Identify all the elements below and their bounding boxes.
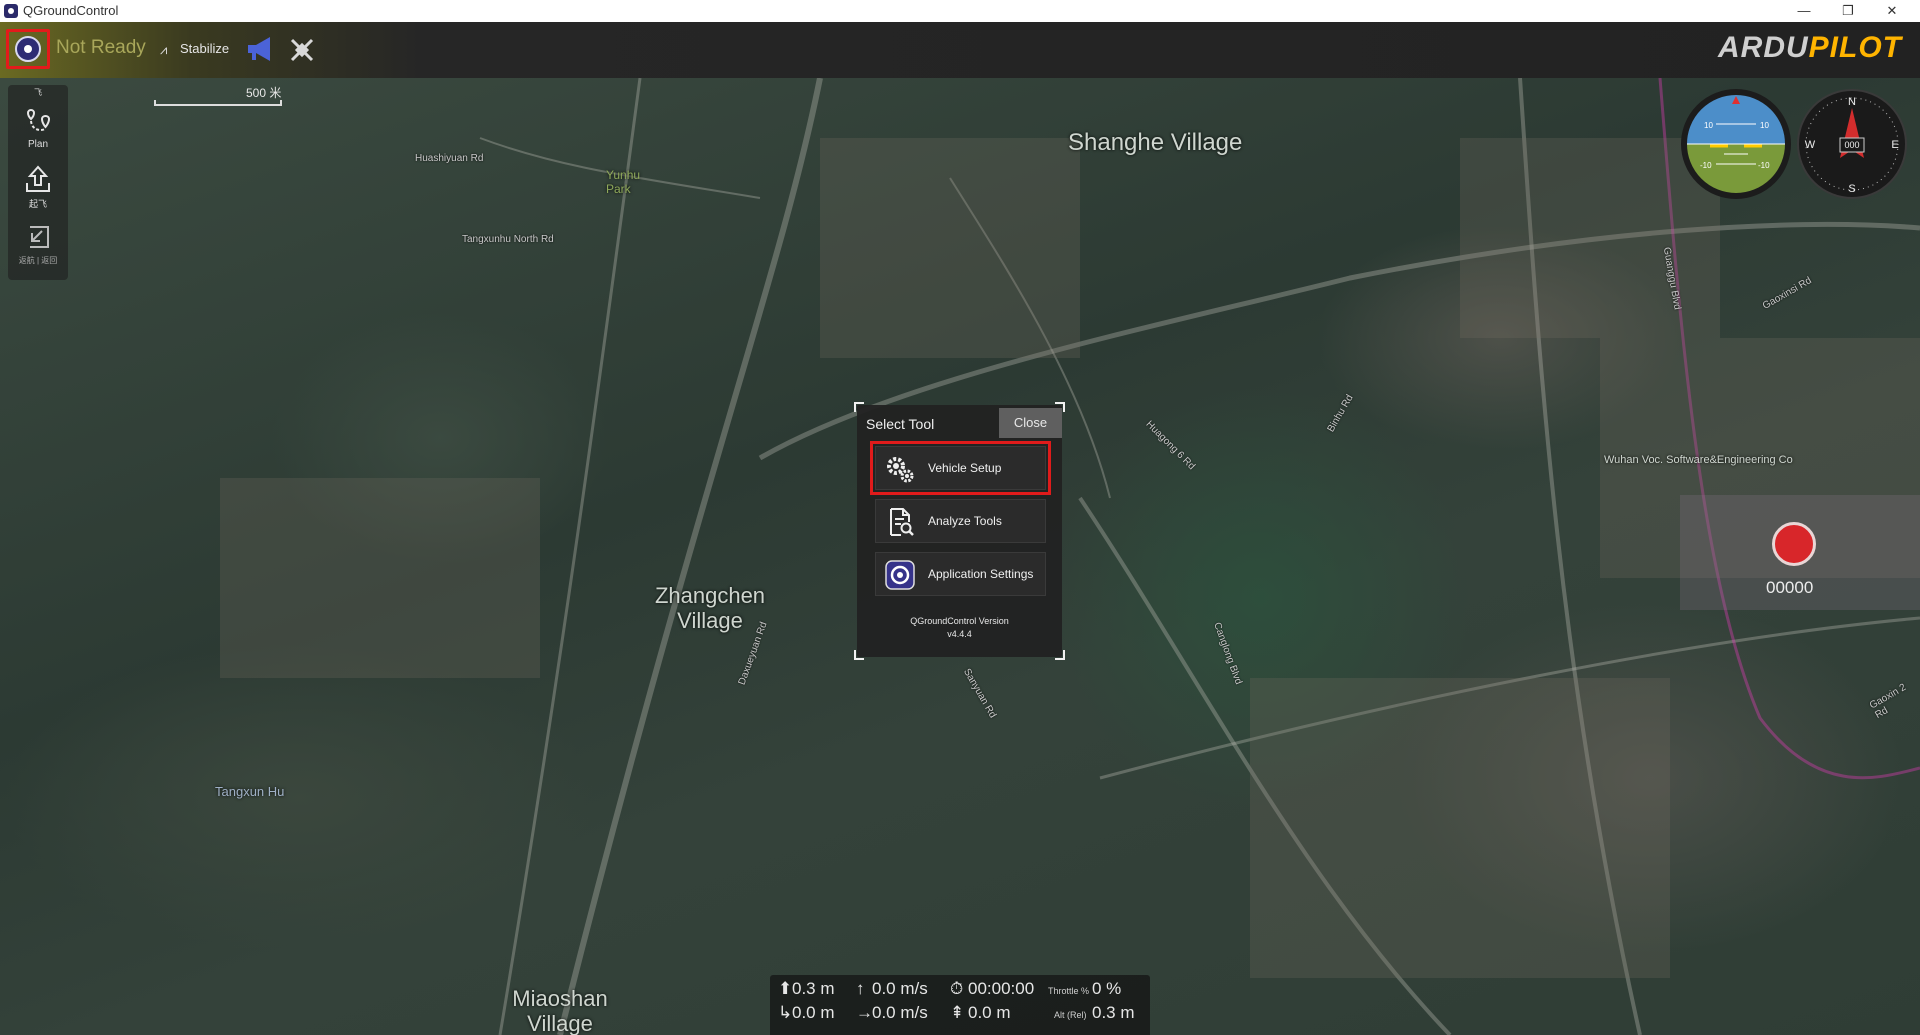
analyze-document-icon [890, 508, 914, 536]
road-label: Tangxunhu North Rd [462, 234, 554, 245]
timer-icon: ⏱ [950, 979, 964, 998]
pitch-mark: -10 [1758, 161, 1770, 170]
compass-west: W [1805, 139, 1816, 151]
vehicle-setup-label: Vehicle Setup [928, 461, 1002, 475]
return-label[interactable]: 返航 | 返回 [8, 255, 68, 266]
compass-indicator[interactable]: 000 N S W E [1796, 88, 1908, 200]
version-number: v4.4.4 [947, 629, 972, 639]
restore-button[interactable]: ❐ [1826, 0, 1870, 22]
telemetry-bar[interactable]: ⬆ 0.3 m ↳ 0.0 m ↑ 0.0 m/s → 0.0 m/s ⏱ 00… [770, 975, 1150, 1035]
main-toolbar: Not Ready ⩘ Stabilize ARDUPILOT [0, 22, 1920, 78]
dialog-corner [854, 650, 864, 660]
wings-icon: ⩘ [160, 42, 168, 57]
throttle-label: Throttle % [1048, 986, 1090, 996]
dialog-title: Select Tool [866, 416, 935, 432]
vertical-speed-icon: ↑ [856, 979, 865, 998]
dialog-corner [854, 402, 864, 412]
version-label: QGroundControl Version [910, 616, 1009, 626]
return-icon[interactable] [22, 221, 54, 253]
compass-north: N [1848, 96, 1856, 108]
vehicle-status[interactable]: Not Ready [56, 37, 146, 59]
alt-rel-value: 0.3 m [1092, 1003, 1135, 1022]
dialog-corner [1055, 650, 1065, 660]
left-tool-strip: 飞 Plan 起飞 返航 | 返回 [8, 85, 68, 280]
attitude-indicator[interactable]: 10 10 -10 -10 [1680, 88, 1792, 200]
qgc-logo-icon [885, 560, 915, 590]
window-titlebar: QGroundControl — ❐ ✕ [0, 0, 1920, 23]
close-window-button[interactable]: ✕ [1870, 0, 1914, 22]
pitch-mark: -10 [1700, 161, 1712, 170]
takeoff-icon[interactable] [22, 163, 54, 195]
megaphone-icon[interactable] [244, 34, 276, 64]
horizontal-speed-icon: → [856, 1003, 873, 1022]
window-title: QGroundControl [23, 3, 119, 18]
distance-icon: ↳ [778, 1003, 793, 1022]
gps-satellite-icon[interactable] [286, 34, 318, 66]
compass-south: S [1848, 183, 1855, 195]
close-button[interactable]: Close [999, 408, 1062, 438]
pitch-mark: 10 [1760, 121, 1769, 130]
map-label: Miaoshan Village [512, 986, 608, 1035]
altitude-icon: ⬆ [778, 979, 793, 998]
home-distance-icon: ⇞ [950, 1003, 965, 1022]
alt-rel-label: Alt (Rel) [1054, 1010, 1087, 1020]
analyze-tools-label: Analyze Tools [928, 514, 1002, 528]
pitch-mark: 10 [1704, 121, 1713, 130]
application-settings-label: Application Settings [928, 567, 1034, 581]
map-scale-label: 500 米 [246, 86, 282, 100]
flight-mode-selector[interactable]: Stabilize [180, 41, 229, 56]
plan-label[interactable]: Plan [8, 139, 68, 150]
map-label: Yunhu Park [606, 168, 641, 196]
vehicle-marker[interactable] [1772, 522, 1816, 566]
distance-value: 0.0 m [792, 1003, 835, 1022]
minimize-button[interactable]: — [1782, 0, 1826, 22]
plan-route-icon[interactable] [22, 105, 54, 137]
throttle-value: 0 % [1092, 979, 1122, 998]
ardupilot-logo: ARDUPILOT [1717, 31, 1902, 64]
select-tool-dialog: Select Tool Close Vehicle Setup Analyze … [854, 402, 1065, 660]
map-label: Shanghe Village [1068, 129, 1243, 156]
horizontal-speed-value: 0.0 m/s [872, 1003, 928, 1022]
application-settings-button[interactable]: Application Settings [875, 552, 1046, 596]
home-distance-value: 0.0 m [968, 1003, 1011, 1022]
vertical-speed-value: 0.0 m/s [872, 979, 928, 998]
vehicle-setup-button[interactable]: Vehicle Setup [870, 441, 1051, 495]
altitude-value: 0.3 m [792, 979, 835, 998]
takeoff-label[interactable]: 起飞 [8, 197, 68, 210]
qgc-menu-button[interactable] [6, 29, 50, 69]
road-label: Huashiyuan Rd [415, 153, 484, 164]
map-scale-bar [154, 100, 282, 106]
compass-east: E [1891, 139, 1898, 151]
analyze-tools-button[interactable]: Analyze Tools [875, 499, 1046, 543]
qgc-logo-icon [15, 36, 41, 62]
map-label: Tangxun Hu [215, 784, 285, 799]
tool-strip-header: 飞 [34, 88, 42, 97]
gears-icon [887, 457, 914, 483]
compass-heading: 000 [1844, 140, 1859, 150]
map-label: Wuhan Voc. Software&Engineering Co [1604, 454, 1793, 466]
vehicle-id-label: 00000 [1766, 578, 1814, 597]
qgc-app-icon [4, 4, 18, 18]
flight-time-value: 00:00:00 [968, 979, 1035, 998]
